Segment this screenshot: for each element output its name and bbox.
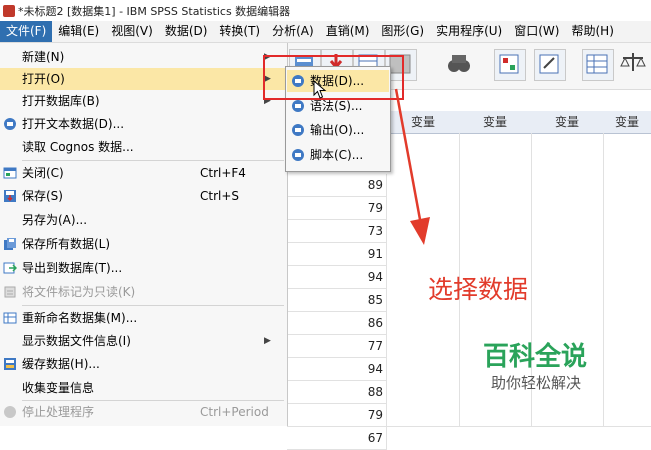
file-menu-mark-readonly: 将文件标记为只读(K) bbox=[0, 281, 287, 303]
file-menu-open-database[interactable]: 打开数据库(B) ▶ bbox=[0, 90, 287, 112]
red-arrow-icon bbox=[394, 88, 430, 245]
data-cell[interactable]: 79 bbox=[287, 197, 387, 220]
menu-item-label: 新建(N) bbox=[22, 50, 65, 64]
save-icon bbox=[4, 190, 16, 202]
menu-data[interactable]: 数据(D) bbox=[159, 21, 214, 42]
file-menu-new[interactable]: 新建(N) ▶ bbox=[0, 46, 287, 68]
menu-item-label: 打开数据库(B) bbox=[22, 94, 100, 108]
toolbar-find-icon[interactable] bbox=[445, 49, 475, 79]
menu-item-label: 保存所有数据(L) bbox=[22, 237, 111, 251]
menu-separator bbox=[22, 305, 284, 306]
file-menu-rename-dataset[interactable]: 重新命名数据集(M)... bbox=[0, 307, 287, 329]
menu-help[interactable]: 帮助(H) bbox=[565, 21, 619, 42]
column-header[interactable]: 变量 bbox=[603, 111, 651, 134]
readonly-icon bbox=[4, 286, 16, 298]
toolbar-insert-cases-icon[interactable] bbox=[494, 49, 526, 81]
spss-app-icon bbox=[3, 4, 15, 17]
data-cell[interactable]: 67 bbox=[287, 427, 387, 450]
data-cell[interactable]: 73 bbox=[287, 220, 387, 243]
menu-item-label: 输出(O)... bbox=[310, 123, 365, 137]
toolbar-weight-cases-icon[interactable] bbox=[619, 49, 649, 79]
rename-dataset-icon bbox=[3, 312, 17, 324]
file-menu-save[interactable]: 保存(S) Ctrl+S bbox=[0, 185, 287, 207]
file-menu-save-as[interactable]: 另存为(A)... bbox=[0, 209, 287, 231]
data-cell[interactable]: 79 bbox=[287, 404, 387, 427]
mouse-cursor-icon bbox=[313, 80, 327, 99]
highlight-box bbox=[263, 55, 404, 100]
file-menu-collect-variable-info[interactable]: 收集变量信息 bbox=[0, 377, 287, 399]
data-cell[interactable]: 94 bbox=[287, 266, 387, 289]
file-menu-stop-processor: 停止处理程序 Ctrl+Period bbox=[0, 401, 287, 423]
menu-direct-marketing[interactable]: 直销(M) bbox=[320, 21, 376, 42]
file-menu-cache-data[interactable]: 缓存数据(H)... bbox=[0, 353, 287, 375]
watermark-title: 百科全说 bbox=[483, 342, 588, 372]
file-menu-display-file-info[interactable]: 显示数据文件信息(I) ▶ bbox=[0, 330, 287, 352]
data-cell[interactable]: 77 bbox=[287, 335, 387, 358]
window-title: *未标题2 [数据集1] - IBM SPSS Statistics 数据编辑器 bbox=[18, 4, 291, 18]
syntax-file-icon bbox=[292, 100, 304, 112]
menu-view[interactable]: 视图(V) bbox=[105, 21, 159, 42]
menu-separator bbox=[22, 160, 284, 161]
open-submenu-script[interactable]: 脚本(C)... bbox=[287, 144, 389, 166]
menu-item-label: 缓存数据(H)... bbox=[22, 357, 100, 371]
close-window-icon bbox=[3, 167, 17, 179]
file-menu-open[interactable]: 打开(O) ▶ bbox=[0, 68, 287, 90]
menu-window[interactable]: 窗口(W) bbox=[508, 21, 565, 42]
menu-shortcut: Ctrl+F4 bbox=[200, 166, 246, 180]
data-cell[interactable]: 89 bbox=[287, 174, 387, 197]
file-menu: 新建(N) ▶ 打开(O) ▶ 打开数据库(B) ▶ 打开文本数据(D)... … bbox=[0, 43, 288, 426]
script-file-icon bbox=[292, 149, 304, 161]
column-header[interactable]: 变量 bbox=[531, 111, 604, 134]
submenu-arrow-icon: ▶ bbox=[264, 336, 271, 346]
menu-item-label: 另存为(A)... bbox=[22, 213, 88, 227]
menu-item-label: 关闭(C) bbox=[22, 166, 64, 180]
menu-analyze[interactable]: 分析(A) bbox=[266, 21, 320, 42]
menu-shortcut: Ctrl+Period bbox=[200, 405, 269, 419]
menu-graphs[interactable]: 图形(G) bbox=[375, 21, 430, 42]
menu-item-label: 保存(S) bbox=[22, 189, 63, 203]
menu-item-label: 将文件标记为只读(K) bbox=[22, 285, 136, 299]
menu-item-label: 显示数据文件信息(I) bbox=[22, 334, 131, 348]
stop-icon bbox=[4, 406, 16, 418]
menu-item-label: 重新命名数据集(M)... bbox=[22, 311, 138, 325]
menu-bar: 文件(F) 编辑(E) 视图(V) 数据(D) 转换(T) 分析(A) 直销(M… bbox=[0, 21, 651, 43]
data-cell[interactable]: 85 bbox=[287, 289, 387, 312]
data-cell[interactable]: 94 bbox=[287, 358, 387, 381]
menu-item-label: 停止处理程序 bbox=[22, 405, 95, 419]
data-cell[interactable]: 88 bbox=[287, 381, 387, 404]
toolbar-insert-variable-icon[interactable] bbox=[534, 49, 566, 81]
menu-utilities[interactable]: 实用程序(U) bbox=[430, 21, 508, 42]
toolbar-split-file-icon[interactable] bbox=[582, 49, 614, 81]
cache-data-icon bbox=[4, 358, 16, 370]
menu-item-label: 脚本(C)... bbox=[310, 148, 364, 162]
annotation-text: 选择数据 bbox=[428, 275, 529, 304]
open-text-icon bbox=[4, 118, 16, 130]
data-cell[interactable]: 91 bbox=[287, 243, 387, 266]
menu-item-label: 打开(O) bbox=[22, 72, 65, 86]
data-cell[interactable]: 86 bbox=[287, 312, 387, 335]
save-all-icon bbox=[4, 238, 16, 250]
menu-item-label: 读取 Cognos 数据... bbox=[22, 140, 134, 154]
watermark: 百科全说 助你轻松解决 bbox=[465, 330, 615, 400]
column-header[interactable]: 变量 bbox=[459, 111, 532, 134]
file-menu-close[interactable]: 关闭(C) Ctrl+F4 bbox=[0, 162, 287, 184]
title-bar: *未标题2 [数据集1] - IBM SPSS Statistics 数据编辑器 bbox=[0, 0, 651, 22]
menu-item-label: 收集变量信息 bbox=[22, 381, 95, 395]
menu-edit[interactable]: 编辑(E) bbox=[52, 21, 105, 42]
output-file-icon bbox=[292, 124, 304, 136]
menu-item-label: 导出到数据库(T)... bbox=[22, 261, 123, 275]
menu-transform[interactable]: 转换(T) bbox=[213, 21, 266, 42]
file-menu-open-text-data[interactable]: 打开文本数据(D)... bbox=[0, 113, 287, 135]
open-submenu-output[interactable]: 输出(O)... bbox=[287, 119, 389, 141]
export-db-icon bbox=[3, 262, 17, 274]
menu-file[interactable]: 文件(F) bbox=[0, 21, 53, 42]
menu-shortcut: Ctrl+S bbox=[200, 189, 240, 203]
file-menu-export-database[interactable]: 导出到数据库(T)... bbox=[0, 257, 287, 279]
file-menu-read-cognos[interactable]: 读取 Cognos 数据... bbox=[0, 136, 287, 158]
file-menu-save-all[interactable]: 保存所有数据(L) bbox=[0, 233, 287, 255]
menu-item-label: 打开文本数据(D)... bbox=[22, 117, 125, 131]
watermark-subtitle: 助你轻松解决 bbox=[491, 374, 582, 392]
